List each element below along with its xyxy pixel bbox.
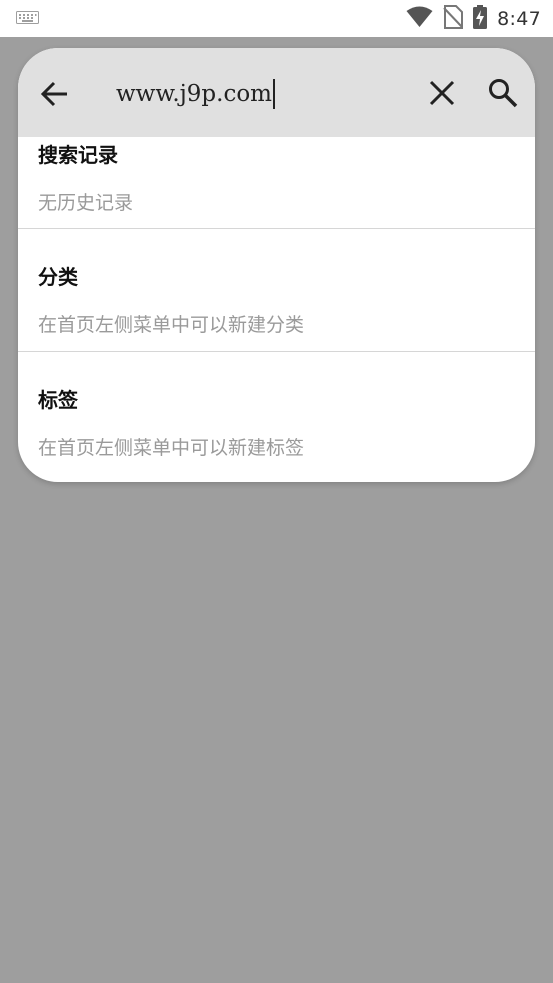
- close-icon: [429, 80, 455, 106]
- tags-hint: 在首页左侧菜单中可以新建标签: [38, 437, 305, 459]
- history-hint: 无历史记录: [38, 192, 134, 214]
- history-section: 搜索记录 无历史记录: [18, 137, 535, 229]
- tags-section: 标签 在首页左侧菜单中可以新建标签: [18, 352, 535, 482]
- search-card: www.j9p.com 搜索记录 无历史记录 分类 在首页左侧菜单中可以新建分类…: [18, 48, 535, 482]
- battery-charging-icon: [473, 4, 488, 33]
- wifi-icon: [406, 6, 433, 32]
- category-hint: 在首页左侧菜单中可以新建分类: [38, 314, 305, 336]
- text-cursor: [272, 79, 275, 109]
- status-left: [16, 9, 39, 28]
- no-sim-icon: [443, 4, 464, 33]
- status-time: 8:47: [497, 7, 541, 30]
- search-icon: [489, 79, 518, 108]
- search-bar: www.j9p.com: [18, 48, 535, 137]
- search-input[interactable]: www.j9p.com: [116, 76, 275, 112]
- tags-title: 标签: [38, 388, 78, 412]
- back-button[interactable]: [39, 78, 71, 110]
- category-title: 分类: [38, 265, 78, 289]
- clear-button[interactable]: [427, 78, 457, 108]
- category-section: 分类 在首页左侧菜单中可以新建分类: [18, 229, 535, 351]
- status-bar: 8:47: [0, 0, 553, 37]
- status-right: 8:47: [406, 4, 541, 33]
- arrow-left-icon: [40, 81, 67, 107]
- search-button[interactable]: [487, 77, 519, 109]
- history-title: 搜索记录: [38, 143, 118, 167]
- keyboard-icon: [16, 9, 39, 28]
- search-query-text: www.j9p.com: [116, 81, 272, 107]
